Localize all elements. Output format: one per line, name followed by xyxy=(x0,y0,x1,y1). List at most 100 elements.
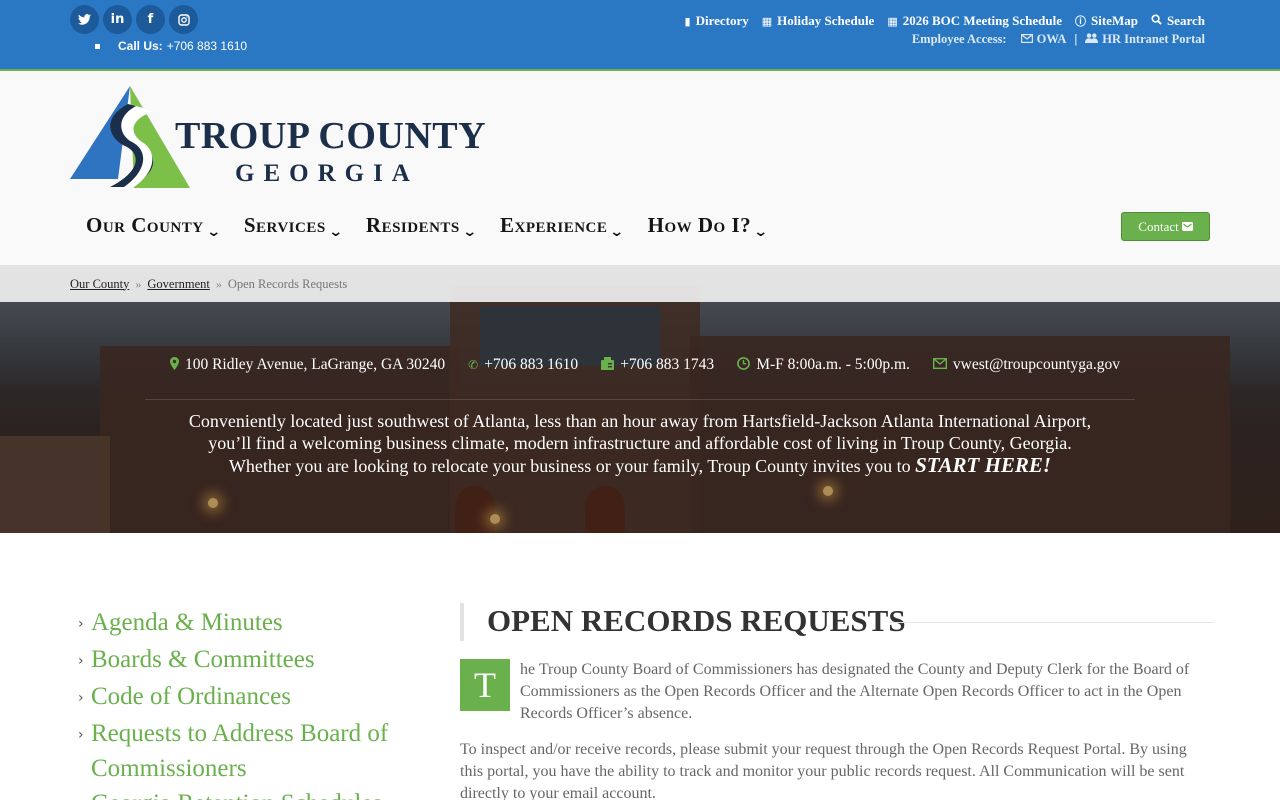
twitter-icon[interactable] xyxy=(70,5,99,34)
sitemap-label: SiteMap xyxy=(1091,13,1138,28)
instagram-icon[interactable] xyxy=(169,5,198,34)
phone-icon: ✆ xyxy=(468,358,479,372)
chevron-down-icon: ⌄ xyxy=(205,224,222,240)
call-us-label: Call Us: xyxy=(118,39,163,53)
chevron-right-icon: › xyxy=(78,727,84,743)
address-text: 100 Ridley Avenue, LaGrange, GA 30240 xyxy=(184,356,446,373)
nav-label: Experience xyxy=(500,213,608,237)
book-icon: ▮ xyxy=(684,14,691,28)
chevron-down-icon: ⌄ xyxy=(327,224,344,240)
nav-label: How Do I? xyxy=(647,213,752,237)
sidebar-item-label: Georgia Retention Schedules xyxy=(91,786,431,800)
nav-residents[interactable]: Residents ⌄ xyxy=(365,213,478,240)
top-utility-bar: in f Call Us: +706 883 1610 ▮ Directory … xyxy=(0,0,1280,71)
calendar-icon: ▦ xyxy=(887,14,898,28)
nav-our-county[interactable]: Our County ⌄ xyxy=(86,213,222,240)
nav-experience[interactable]: Experience ⌄ xyxy=(500,213,626,240)
breadcrumb-current: Open Records Requests xyxy=(227,276,348,291)
hr-intranet-link[interactable]: HR Intranet Portal xyxy=(1085,32,1205,47)
sidebar-item-boards-committees[interactable]: › Boards & Committees xyxy=(78,642,438,679)
holiday-schedule-label: Holiday Schedule xyxy=(777,13,875,28)
nav-label: Our County xyxy=(86,213,204,237)
logo-title: TROUP COUNTY xyxy=(175,115,487,157)
main-navigation: Our County ⌄ Services ⌄ Residents ⌄ Expe… xyxy=(86,213,770,240)
nav-services[interactable]: Services ⌄ xyxy=(243,213,344,240)
hours-text: M-F 8:00a.m. - 5:00p.m. xyxy=(756,356,910,373)
hero-contact-info: 100 Ridley Avenue, LaGrange, GA 30240 ✆ … xyxy=(0,356,1280,374)
envelope-icon xyxy=(1020,32,1033,47)
call-us: Call Us: +706 883 1610 xyxy=(95,39,247,53)
breadcrumb-government[interactable]: Government xyxy=(147,277,209,292)
call-us-number[interactable]: +706 883 1610 xyxy=(167,39,247,53)
intro-text: he Troup County Board of Commissioners h… xyxy=(520,661,1190,722)
facebook-icon[interactable]: f xyxy=(136,5,165,34)
owa-label: OWA xyxy=(1036,32,1067,46)
fax-item: +706 883 1743 xyxy=(601,356,714,374)
breadcrumb-separator: » xyxy=(135,276,142,291)
search-label: Search xyxy=(1166,13,1205,28)
top-links: ▮ Directory ▦ Holiday Schedule ▦ 2026 BO… xyxy=(685,13,1205,29)
sidebar-item-label: Boards & Committees xyxy=(91,646,315,673)
contact-label: Contact xyxy=(1138,218,1179,234)
chevron-down-icon: ⌄ xyxy=(609,224,626,240)
search-link[interactable]: Search xyxy=(1151,13,1205,29)
breadcrumb-separator: » xyxy=(215,276,222,291)
calendar-icon: ▦ xyxy=(761,14,773,28)
separator: | xyxy=(1074,32,1078,46)
main-content: OPEN RECORDS REQUESTS T he Troup County … xyxy=(460,603,1214,800)
breadcrumb-our-county[interactable]: Our County xyxy=(70,277,129,292)
chevron-right-icon: › xyxy=(78,690,84,706)
page-title-text: OPEN RECORDS REQUESTS xyxy=(487,603,906,638)
nav-label: Services xyxy=(243,213,326,237)
sitemap-link[interactable]: ⓘ SiteMap xyxy=(1075,13,1138,29)
troup-county-logo[interactable]: TROUP COUNTY GEORGIA xyxy=(70,84,490,192)
sidebar-item-code-of-ordinances[interactable]: › Code of Ordinances xyxy=(78,679,438,716)
search-icon xyxy=(1151,14,1162,28)
hero-banner: Our County » Government » Open Records R… xyxy=(0,266,1280,533)
title-divider xyxy=(889,622,1214,623)
bullet xyxy=(95,43,100,49)
chevron-right-icon: › xyxy=(78,653,84,669)
hero-divider xyxy=(145,399,1135,400)
address-item: 100 Ridley Avenue, LaGrange, GA 30240 xyxy=(169,356,446,374)
phone-item: ✆ +706 883 1610 xyxy=(468,356,578,374)
chevron-down-icon: ⌄ xyxy=(461,224,478,240)
drop-cap: T xyxy=(460,659,510,711)
linkedin-icon[interactable]: in xyxy=(103,5,132,34)
users-icon xyxy=(1085,32,1099,47)
owa-link[interactable]: OWA xyxy=(1020,32,1067,47)
tagline-line-2: you’ll find a welcoming business climate… xyxy=(208,433,1072,453)
sidebar-item-requests-to-address[interactable]: › Requests to Address Board of Commissio… xyxy=(78,716,438,786)
hero-tagline: Conveniently located just southwest of A… xyxy=(0,410,1280,477)
email-link[interactable]: vwest@troupcountyga.gov xyxy=(953,356,1120,374)
site-header: TROUP COUNTY GEORGIA Our County ⌄ Servic… xyxy=(0,71,1280,266)
directory-label: Directory xyxy=(695,13,749,28)
portal-paragraph: To inspect and/or receive records, pleas… xyxy=(460,741,1187,800)
clock-icon xyxy=(737,357,751,373)
tagline-line-1: Conveniently located just southwest of A… xyxy=(188,411,1092,431)
logo-subtitle: GEORGIA xyxy=(235,160,419,187)
employee-access: Employee Access: OWA | HR Intranet Porta… xyxy=(912,32,1205,47)
chevron-right-icon: › xyxy=(78,788,91,800)
holiday-schedule-link[interactable]: ▦ Holiday Schedule xyxy=(762,13,875,29)
chevron-down-icon: ⌄ xyxy=(753,224,770,240)
info-icon: ⓘ xyxy=(1075,15,1086,28)
start-here-link[interactable]: START HERE! xyxy=(915,453,1051,477)
sidebar-item-label: Agenda & Minutes xyxy=(91,609,283,636)
tagline-line-3: Whether you are looking to relocate your… xyxy=(228,456,911,476)
contact-button[interactable]: Contact xyxy=(1121,212,1210,241)
nav-label: Residents xyxy=(365,213,460,237)
phone-link[interactable]: +706 883 1610 xyxy=(484,356,578,374)
page-title: OPEN RECORDS REQUESTS xyxy=(460,603,1214,641)
intro-paragraph: T he Troup County Board of Commissioners… xyxy=(460,659,1212,725)
sidebar-item-label: Requests to Address Board of Commissione… xyxy=(91,720,389,782)
sidebar-item-agenda-minutes[interactable]: › Agenda & Minutes xyxy=(78,605,438,642)
directory-link[interactable]: ▮ Directory xyxy=(685,13,749,29)
envelope-icon xyxy=(1181,219,1193,235)
breadcrumb: Our County » Government » Open Records R… xyxy=(0,266,1280,302)
boc-meeting-schedule-link[interactable]: ▦ 2026 BOC Meeting Schedule xyxy=(887,13,1062,29)
envelope-icon xyxy=(932,357,947,372)
boc-meeting-schedule-label: 2026 BOC Meeting Schedule xyxy=(902,13,1062,28)
sidebar-item-georgia-retention-schedules[interactable]: › Georgia Retention Schedules xyxy=(78,786,438,800)
nav-how-do-i[interactable]: How Do I? ⌄ xyxy=(647,213,770,240)
